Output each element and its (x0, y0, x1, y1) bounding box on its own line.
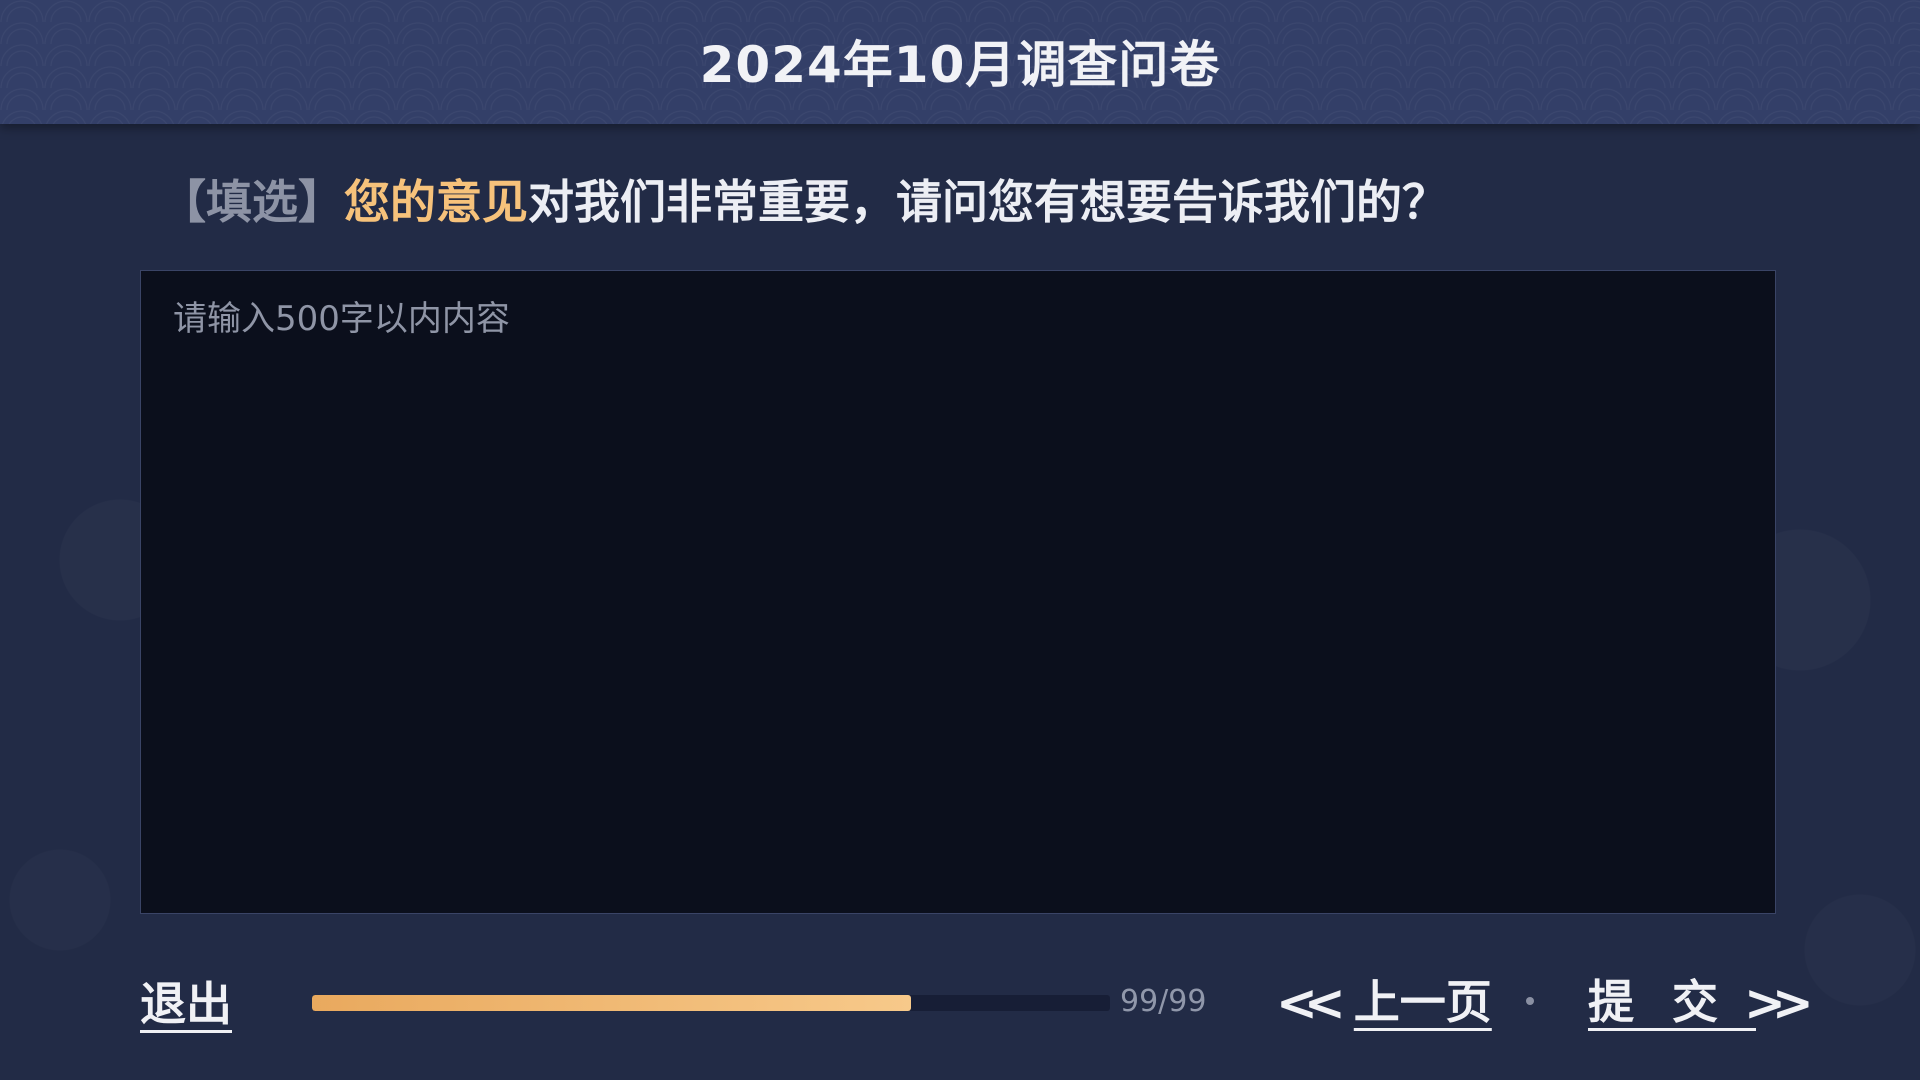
exit-button[interactable]: 退出 (140, 968, 232, 1034)
page-title: 2024年10月调查问卷 (699, 36, 1221, 94)
answer-textarea[interactable] (141, 271, 1775, 913)
prev-page-label: 上一页 (1353, 975, 1492, 1029)
progress-bar-fill (312, 995, 911, 1011)
question-highlight: 您的意见 (344, 175, 528, 229)
question-type-tag: 【填选】 (160, 175, 344, 229)
progress-bar (312, 995, 1110, 1011)
separator-dot (1526, 997, 1534, 1005)
answer-box (140, 270, 1776, 914)
prev-page-button[interactable]: << 上一页 (1276, 966, 1492, 1032)
submit-label: 提交 (1588, 975, 1756, 1029)
question-prompt: 【填选】您的意见对我们非常重要，请问您有想要告诉我们的？ (160, 166, 1448, 232)
progress-count: 99/99 (1120, 984, 1207, 1019)
submit-button[interactable]: 提交>> (1588, 966, 1814, 1032)
header-bar: 2024年10月调查问卷 (0, 0, 1920, 124)
question-text: 对我们非常重要，请问您有想要告诉我们的？ (528, 175, 1448, 229)
double-chevron-left-icon: << (1276, 974, 1346, 1032)
double-chevron-right-icon: >> (1744, 974, 1814, 1032)
